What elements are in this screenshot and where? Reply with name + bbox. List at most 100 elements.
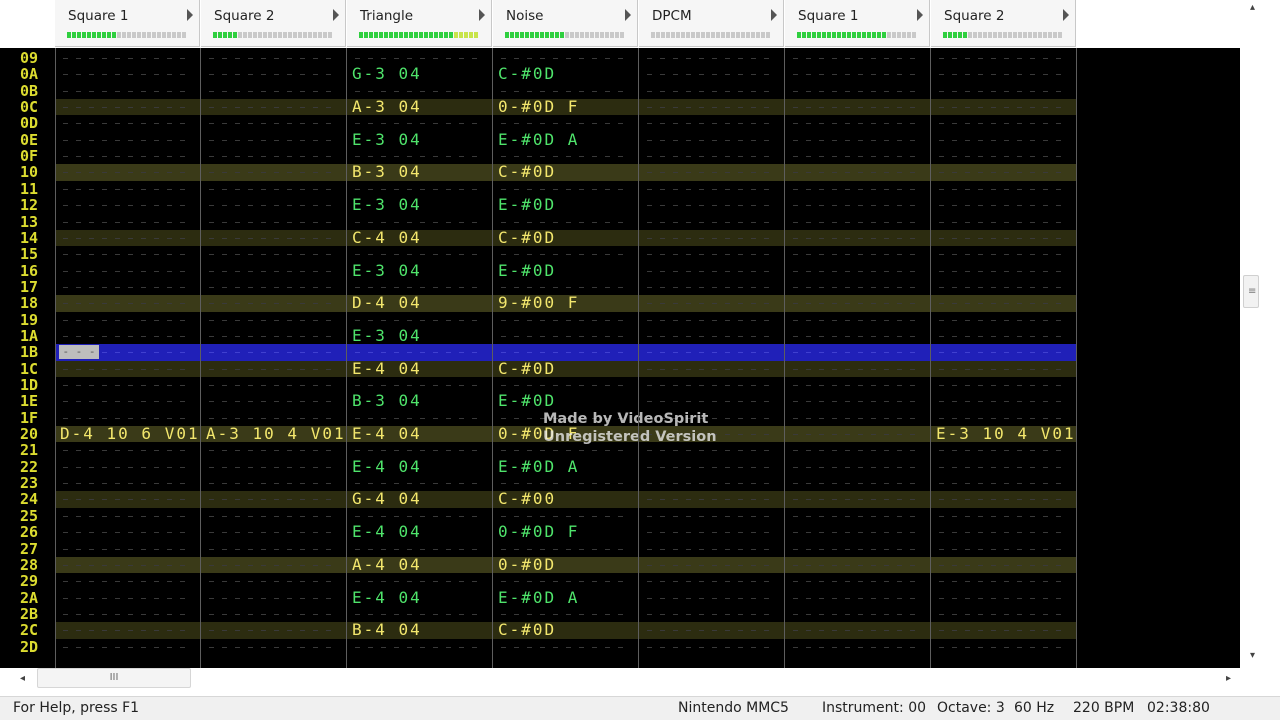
row-number[interactable]: 1E xyxy=(20,393,54,410)
note-cell[interactable]: E-3 04 xyxy=(352,131,422,148)
row-number[interactable]: 26 xyxy=(20,524,54,541)
note-cell[interactable]: E-#0D xyxy=(498,392,556,409)
note-cell[interactable]: C-#0D xyxy=(498,229,556,246)
row-number[interactable]: 20 xyxy=(20,426,54,443)
pattern-editor[interactable]: 09 0A G-3 04 C-#0D 0B 0C A-3 04 0-#0D F 0D 0E E-3 … xyxy=(0,48,1240,668)
row-number[interactable]: 0C xyxy=(20,99,54,116)
row-number[interactable]: 1F xyxy=(20,409,54,426)
note-cell[interactable]: 0-#0D xyxy=(498,556,556,573)
channel-header-4[interactable]: Noise xyxy=(493,0,638,47)
row-number[interactable]: 0F xyxy=(20,148,54,165)
row-number[interactable]: 2D xyxy=(20,638,54,655)
expand-arrow-icon[interactable] xyxy=(917,9,923,21)
row-number[interactable]: 19 xyxy=(20,311,54,328)
row-number[interactable]: 10 xyxy=(20,164,54,181)
row-number[interactable]: 1D xyxy=(20,377,54,394)
note-cell[interactable]: C-#00 xyxy=(498,491,556,508)
channel-header-3[interactable]: Triangle xyxy=(347,0,492,47)
note-cell[interactable]: 9-#00 F xyxy=(498,294,579,311)
row-number[interactable]: 28 xyxy=(20,556,54,573)
note-cell[interactable]: E-#0D A xyxy=(498,458,579,475)
channel-header-6[interactable]: Square 1 xyxy=(785,0,930,47)
note-cell[interactable]: G-4 04 xyxy=(352,491,422,508)
pattern-rows[interactable]: 09 0A G-3 04 C-#0D 0B 0C A-3 04 0-#0D F 0D 0E E-3 … xyxy=(0,48,1240,668)
row-number[interactable]: 25 xyxy=(20,507,54,524)
row-number[interactable]: 24 xyxy=(20,491,54,508)
row-number[interactable]: 1A xyxy=(20,328,54,345)
note-cell[interactable]: A-3 10 4 V01 xyxy=(206,425,346,442)
note-cell[interactable]: G-3 04 xyxy=(352,65,422,82)
scroll-right-icon[interactable]: ▸ xyxy=(1226,673,1231,684)
channel-header-2[interactable]: Square 2 xyxy=(201,0,346,47)
note-cell[interactable]: E-4 04 xyxy=(352,360,422,377)
row-number[interactable]: 1B xyxy=(20,344,54,361)
note-cell[interactable]: E-4 04 xyxy=(352,425,422,442)
row-number[interactable]: 15 xyxy=(20,246,54,263)
row-number[interactable]: 11 xyxy=(20,180,54,197)
horizontal-scroll-thumb[interactable]: III xyxy=(37,668,191,688)
row-number[interactable]: 1C xyxy=(20,360,54,377)
note-cell[interactable]: C-#0D xyxy=(498,65,556,82)
empty-cell-dash xyxy=(287,221,292,223)
note-cell[interactable]: B-4 04 xyxy=(352,621,422,638)
note-cell[interactable]: E-3 04 xyxy=(352,327,422,344)
note-cell[interactable]: E-3 10 4 V01 xyxy=(936,425,1076,442)
note-cell[interactable]: A-4 04 xyxy=(352,556,422,573)
scroll-left-icon[interactable]: ◂ xyxy=(20,673,25,684)
note-cell[interactable]: C-#0D xyxy=(498,164,556,181)
row-number[interactable]: 16 xyxy=(20,262,54,279)
note-cell[interactable]: E-4 04 xyxy=(352,589,422,606)
expand-arrow-icon[interactable] xyxy=(625,9,631,21)
row-number[interactable]: 2B xyxy=(20,606,54,623)
row-number[interactable]: 27 xyxy=(20,540,54,557)
row-number[interactable]: 14 xyxy=(20,229,54,246)
empty-cell-dash xyxy=(965,254,970,256)
scroll-down-icon[interactable]: ▾ xyxy=(1250,650,1255,661)
vertical-scrollbar[interactable] xyxy=(1240,0,1265,668)
row-number[interactable]: 21 xyxy=(20,442,54,459)
note-cell[interactable]: 0-#0D F xyxy=(498,98,579,115)
row-number[interactable]: 09 xyxy=(20,50,54,67)
row-number[interactable]: 13 xyxy=(20,213,54,230)
row-number[interactable]: 0B xyxy=(20,82,54,99)
row-number[interactable]: 23 xyxy=(20,475,54,492)
note-cell[interactable]: E-4 04 xyxy=(352,458,422,475)
expand-arrow-icon[interactable] xyxy=(333,9,339,21)
row-number[interactable]: 17 xyxy=(20,279,54,296)
expand-arrow-icon[interactable] xyxy=(187,9,193,21)
note-cell[interactable]: E-#0D A xyxy=(498,131,579,148)
note-cell[interactable]: E-4 04 xyxy=(352,523,422,540)
note-cell[interactable]: B-3 04 xyxy=(352,164,422,181)
note-cell[interactable]: B-3 04 xyxy=(352,392,422,409)
channel-header-7[interactable]: Square 2 xyxy=(931,0,1076,47)
note-cell[interactable]: C-#0D xyxy=(498,360,556,377)
note-cell[interactable]: E-#0D A xyxy=(498,589,579,606)
row-number[interactable]: 29 xyxy=(20,573,54,590)
row-number[interactable]: 22 xyxy=(20,458,54,475)
expand-arrow-icon[interactable] xyxy=(479,9,485,21)
note-cell[interactable]: E-#0D xyxy=(498,262,556,279)
note-cell[interactable]: A-3 04 xyxy=(352,98,422,115)
note-cell[interactable]: D-4 10 6 V01 xyxy=(60,425,200,442)
row-number[interactable]: 0A xyxy=(20,66,54,83)
cursor-cell[interactable]: - - - xyxy=(59,345,99,360)
row-number[interactable]: 2A xyxy=(20,589,54,606)
expand-arrow-icon[interactable] xyxy=(1063,9,1069,21)
note-cell[interactable]: C-4 04 xyxy=(352,229,422,246)
row-number[interactable]: 0D xyxy=(20,115,54,132)
channel-header-1[interactable]: Square 1 xyxy=(55,0,200,47)
row-number[interactable]: 12 xyxy=(20,197,54,214)
scroll-up-icon[interactable]: ▴ xyxy=(1250,2,1255,13)
note-cell[interactable]: E-3 04 xyxy=(352,262,422,279)
expand-arrow-icon[interactable] xyxy=(771,9,777,21)
note-cell[interactable]: E-#0D xyxy=(498,196,556,213)
row-number[interactable]: 0E xyxy=(20,131,54,148)
note-cell[interactable]: D-4 04 xyxy=(352,294,422,311)
note-cell[interactable]: 0-#0D F xyxy=(498,523,579,540)
note-cell[interactable]: E-3 04 xyxy=(352,196,422,213)
row-number[interactable]: 2C xyxy=(20,622,54,639)
note-cell[interactable]: C-#0D xyxy=(498,621,556,638)
vertical-scroll-thumb[interactable]: ≡ xyxy=(1243,275,1259,308)
channel-header-5[interactable]: DPCM xyxy=(639,0,784,47)
row-number[interactable]: 18 xyxy=(20,295,54,312)
